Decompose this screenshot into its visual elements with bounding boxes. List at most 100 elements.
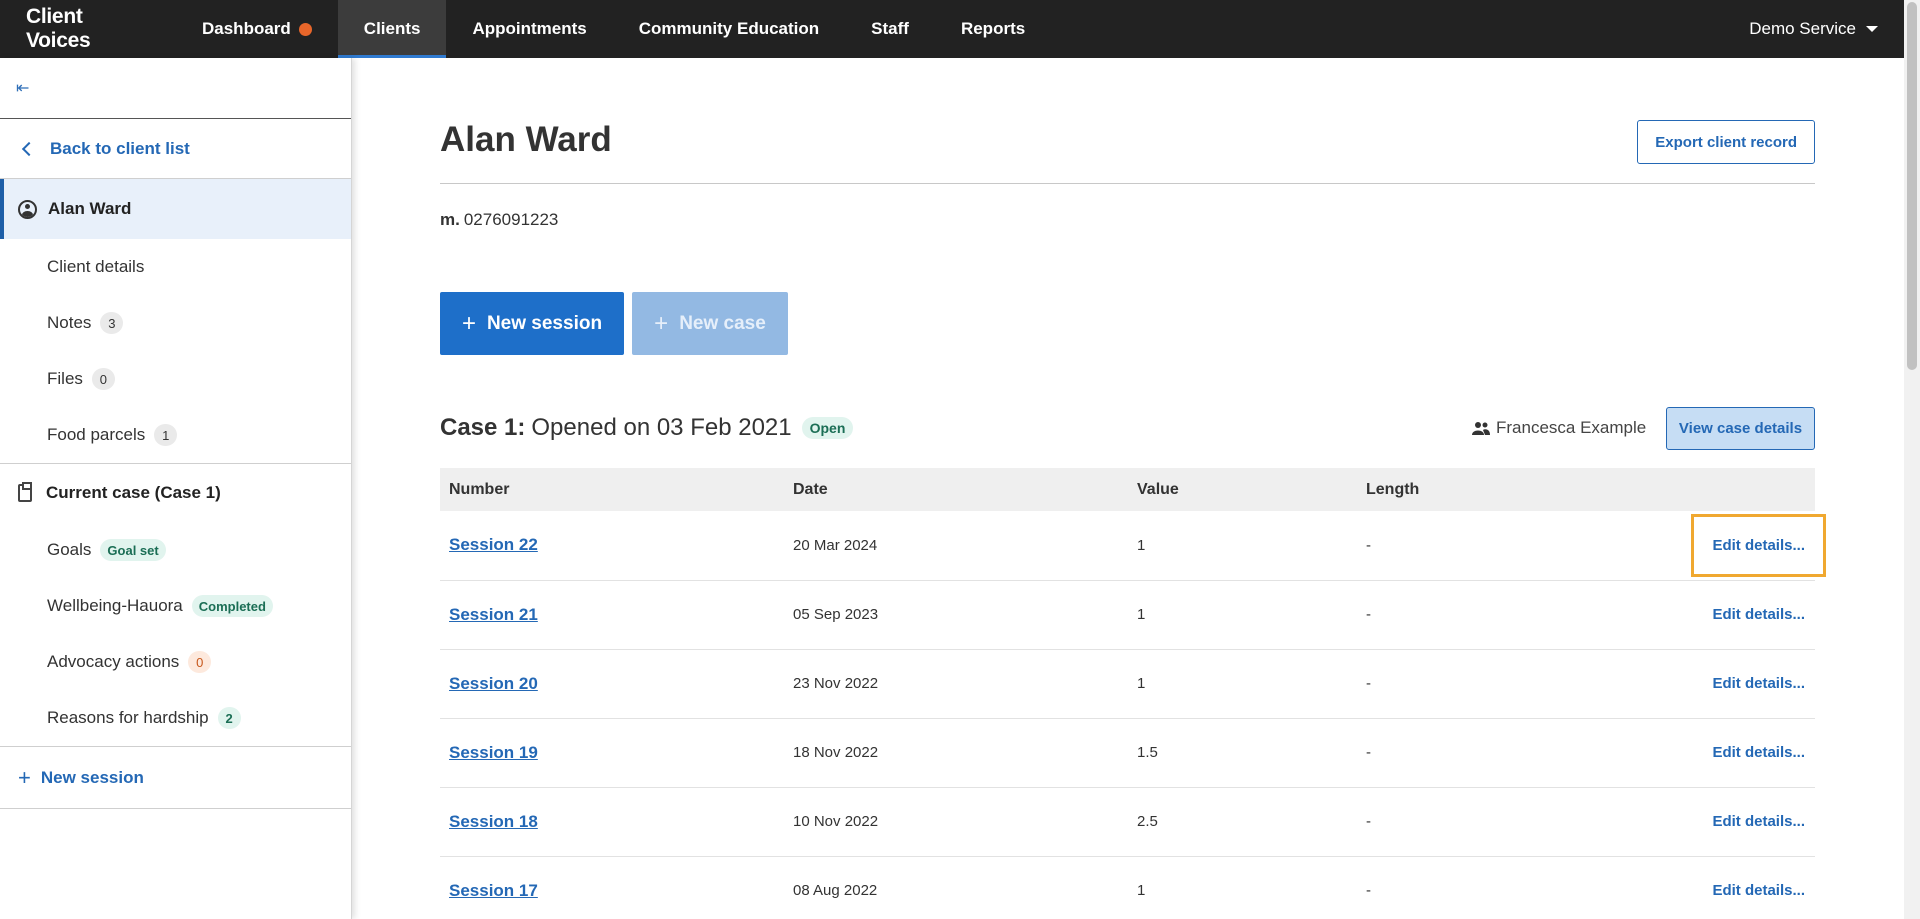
session-length-cell: - [1357,856,1513,919]
title-divider [440,118,1815,184]
session-date-cell: 20 Mar 2024 [784,511,1128,581]
phone-number: 0276091223 [463,210,559,229]
status-badge: Open [801,417,854,439]
current-case-label: Current case (Case 1) [46,483,221,502]
sidebar-item-files[interactable]: Files 0 [0,351,351,407]
session-length-cell: - [1357,718,1513,788]
sidebar-item-advocacy-actions[interactable]: Advocacy actions 0 [0,634,351,690]
count-badge: 0 [188,651,212,673]
table-row: Session 21 05 Sep 2023 1 - Edit details.… [440,580,1815,650]
sidebar-item-food-parcels[interactable]: Food parcels 1 [0,407,351,463]
plus-icon: + [18,764,31,790]
sidebar-item-wellbeing[interactable]: Wellbeing-Hauora Completed [0,578,351,634]
plus-icon: + [654,309,669,337]
sidebar-item-client-details[interactable]: Client details [0,239,351,295]
session-link[interactable]: Session 20 [449,674,538,693]
session-link[interactable]: Session 21 [449,605,538,624]
new-case-button-label: New case [679,312,766,334]
nav-community-education[interactable]: Community Education [613,0,845,58]
collapse-sidebar-icon: ⇤ [16,80,30,97]
session-number-cell: Session 22 [440,511,784,581]
edit-details-link[interactable]: Edit details... [1691,513,1826,577]
column-header-length: Length [1357,468,1513,511]
session-link[interactable]: Session 18 [449,812,538,831]
case-heading: Case 1: Opened on 03 Feb 2021 Open [440,414,854,442]
session-link[interactable]: Session 19 [449,743,538,762]
column-header-actions [1512,468,1815,511]
page-scrollbar[interactable] [1904,0,1920,919]
nav-clients[interactable]: Clients [337,0,447,58]
session-value-cell: 1 [1128,580,1357,650]
session-length-cell: - [1357,511,1513,581]
status-badge: Completed [191,595,273,617]
top-navbar: Client Voices Dashboard Clients Appointm… [0,0,1904,58]
page-title: Alan Ward [440,120,612,159]
count-badge: 0 [91,368,115,390]
session-length-cell: - [1357,787,1513,857]
service-label: Demo Service [1749,19,1856,38]
count-badge: 3 [100,312,124,334]
nav-dashboard[interactable]: Dashboard [176,0,338,58]
service-dropdown[interactable]: Demo Service [1749,0,1904,58]
sidebar-item-goals[interactable]: Goals Goal set [0,522,351,578]
new-case-button[interactable]: + New case [632,292,788,355]
sidebar-item-label: Wellbeing-Hauora [47,596,183,615]
collapse-sidebar-button[interactable]: ⇤ [0,58,351,119]
sidebar-item-label: Client details [47,257,145,276]
session-length-cell: - [1357,649,1513,719]
session-number-cell: Session 17 [440,856,784,919]
session-actions-cell: Edit details... [1512,718,1815,788]
session-date-cell: 05 Sep 2023 [784,580,1128,650]
edit-details-link[interactable]: Edit details... [1712,807,1805,836]
case-number: Case 1: [440,414,526,441]
new-session-button-label: New session [486,312,603,334]
count-badge: 1 [154,424,178,446]
sidebar-new-session-link[interactable]: + New session [0,746,351,809]
sidebar-item-client[interactable]: Alan Ward [0,179,351,239]
client-name-label: Alan Ward [48,199,132,218]
session-value-cell: 1.5 [1128,718,1357,788]
sidebar-item-label: Files [47,369,83,388]
nav-community-education-label: Community Education [638,19,820,38]
clipboard-check-icon [18,482,32,502]
nav-staff[interactable]: Staff [845,0,935,58]
case-opened-date: Opened on 03 Feb 2021 [531,414,792,441]
session-date-cell: 23 Nov 2022 [784,649,1128,719]
table-row: Session 19 18 Nov 2022 1.5 - Edit detail… [440,718,1815,788]
new-session-label: New session [40,767,144,787]
sidebar-item-label: Reasons for hardship [47,708,209,727]
new-session-button[interactable]: + New session [440,292,624,355]
chevron-left-icon [21,141,37,156]
session-length-cell: - [1357,580,1513,650]
sidebar-item-current-case[interactable]: Current case (Case 1) [0,463,351,522]
scrollbar-thumb[interactable] [1907,2,1917,370]
view-case-details-button[interactable]: View case details [1666,407,1815,450]
sidebar-item-label: Notes [47,313,92,332]
nav-appointments[interactable]: Appointments [446,0,612,58]
nav-clients-label: Clients [363,19,421,38]
sidebar-item-reasons-for-hardship[interactable]: Reasons for hardship 2 [0,690,351,746]
back-to-client-list-link[interactable]: Back to client list [0,119,351,179]
session-actions-cell: Edit details... [1512,511,1826,581]
session-number-cell: Session 21 [440,580,784,650]
session-link[interactable]: Session 17 [449,881,538,900]
nav-appointments-label: Appointments [472,19,587,38]
table-row: Session 22 20 Mar 2024 1 - Edit details.… [440,511,1826,581]
export-client-record-button[interactable]: Export client record [1637,120,1815,164]
session-number-cell: Session 18 [440,787,784,857]
sessions-table: Number Date Value Length Session 22 20 M… [440,468,1826,919]
edit-details-link[interactable]: Edit details... [1712,876,1805,905]
session-number-cell: Session 20 [440,649,784,719]
session-date-cell: 08 Aug 2022 [784,856,1128,919]
nav-reports[interactable]: Reports [935,0,1051,58]
sidebar-item-notes[interactable]: Notes 3 [0,295,351,351]
column-header-number: Number [440,468,784,511]
edit-details-link[interactable]: Edit details... [1712,738,1805,767]
nav-staff-label: Staff [871,19,909,38]
session-actions-cell: Edit details... [1512,580,1815,650]
session-value-cell: 1 [1128,511,1357,581]
session-link[interactable]: Session 22 [449,535,538,554]
brand-logo[interactable]: Client Voices [0,0,176,58]
edit-details-link[interactable]: Edit details... [1712,600,1805,629]
edit-details-link[interactable]: Edit details... [1712,669,1805,698]
